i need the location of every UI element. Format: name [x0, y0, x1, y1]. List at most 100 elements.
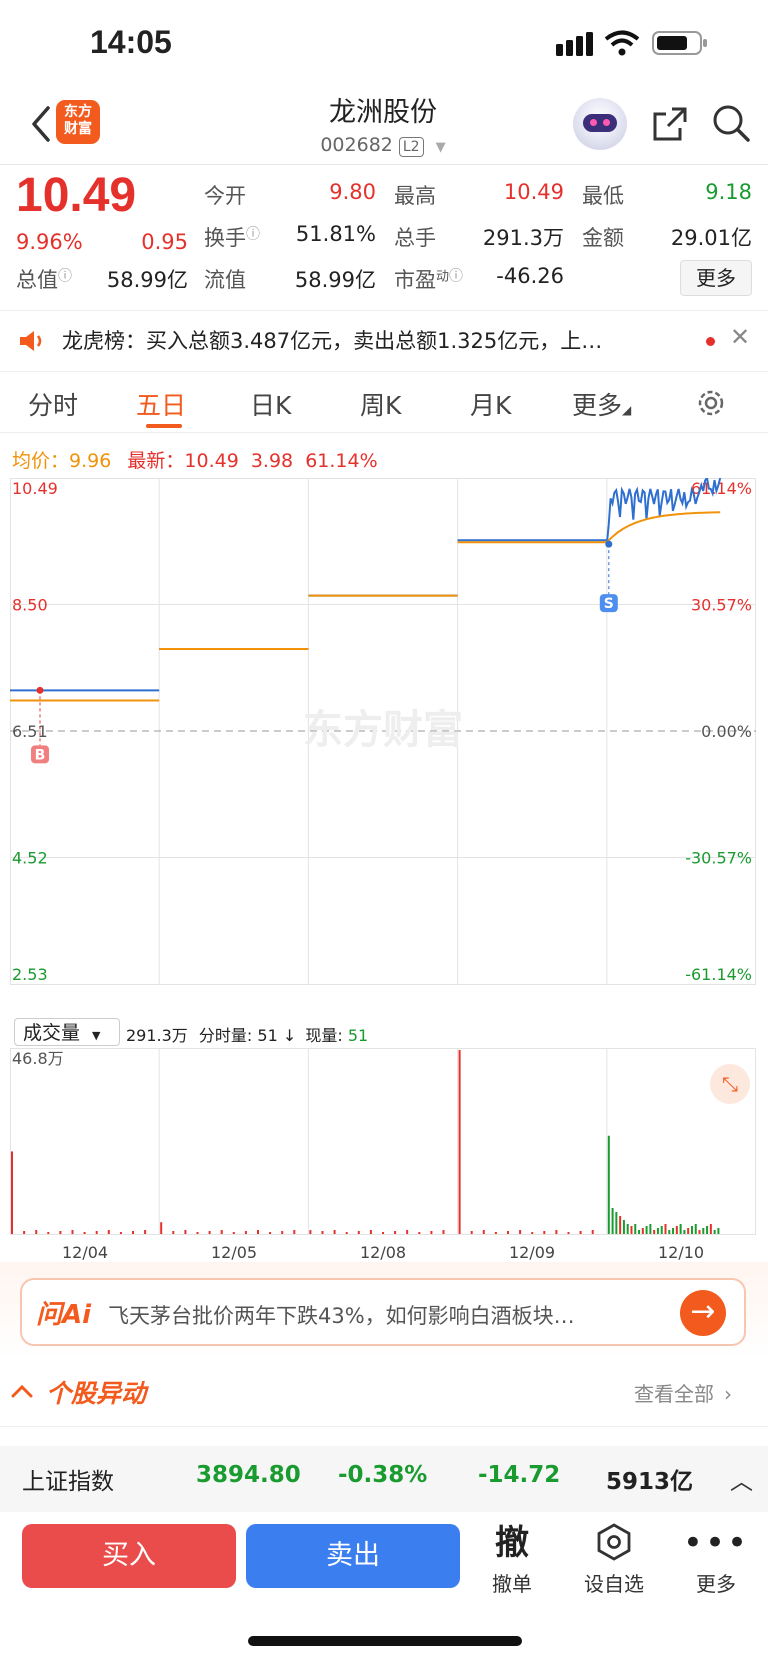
- low-value: 9.18: [705, 180, 752, 204]
- stock-name: 龙洲股份: [329, 97, 437, 128]
- app-logo: 东方 财富: [56, 100, 100, 144]
- info-icon[interactable]: ⓘ: [449, 269, 463, 285]
- open-value: 9.80: [329, 180, 376, 204]
- chevron-right-icon: ›: [724, 1382, 732, 1406]
- battery-icon: [652, 31, 707, 55]
- settings-icon[interactable]: [694, 386, 728, 420]
- expand-chart-icon[interactable]: ⤡: [710, 1064, 750, 1104]
- price-tick-label: 4.52: [12, 849, 48, 868]
- float-label: 流值: [204, 268, 246, 292]
- more-dots-icon: •••: [682, 1523, 750, 1563]
- search-icon[interactable]: [710, 102, 752, 144]
- add-watchlist-button[interactable]: 设自选: [574, 1522, 654, 1597]
- watermark: 东方财富: [303, 707, 463, 753]
- date-label: 12/10: [658, 1243, 705, 1262]
- tab-underline: [146, 424, 182, 428]
- wifi-icon: [604, 30, 640, 56]
- change-amt: 0.95: [141, 230, 188, 254]
- pct-tick-label: 30.57%: [691, 596, 752, 615]
- hexagon-icon: [597, 1523, 631, 1561]
- lhb-text: 龙虎榜：买入总额3.487亿元，卖出总额1.325亿元，上…: [62, 329, 603, 353]
- stock-code: 002682: [320, 134, 393, 156]
- volume-label: 总手: [394, 226, 436, 250]
- share-icon[interactable]: [650, 104, 690, 144]
- stock-movement-header[interactable]: 个股异动 查看全部 ›: [0, 1360, 768, 1427]
- change-pct: 9.96%: [16, 230, 83, 254]
- last-price: 10.49: [16, 169, 137, 222]
- date-label: 12/04: [62, 1243, 109, 1262]
- chart-info-line: 均价：9.96 最新：10.49 3.98 61.14%: [12, 450, 378, 472]
- ai-question: 飞天茅台批价两年下跌43%，如何影响白酒板块…: [108, 1304, 575, 1328]
- price-tick-label: 8.50: [12, 596, 48, 615]
- index-pct: -0.38%: [338, 1462, 428, 1488]
- pct-tick-label: 0.00%: [701, 722, 752, 741]
- signal-icon: [556, 32, 593, 56]
- volume-frame: [10, 1048, 756, 1235]
- caret-down-icon: ▼: [92, 1029, 101, 1042]
- index-ticker[interactable]: 上证指数 3894.80 -0.38% -14.72 5913亿 ︿: [0, 1446, 768, 1512]
- speaker-icon: [20, 331, 42, 351]
- tab-month-k[interactable]: 月K: [470, 386, 511, 422]
- open-label: 今开: [204, 184, 246, 208]
- tab-day-k[interactable]: 日K: [250, 386, 291, 422]
- pe-value: -46.26: [496, 264, 564, 288]
- stock-movement-title: 个股异动: [46, 1379, 147, 1408]
- ai-logo: 问Ai: [36, 1300, 92, 1330]
- volume-chart[interactable]: 46.8万: [10, 1048, 756, 1238]
- cancel-order-button[interactable]: 撤 撤单: [472, 1522, 552, 1597]
- pe-label: 市盈动ⓘ: [394, 268, 464, 292]
- close-icon[interactable]: ✕: [730, 323, 750, 351]
- high-label: 最高: [394, 184, 436, 208]
- robot-avatar-icon[interactable]: [573, 98, 627, 150]
- view-all-link[interactable]: 查看全部 ›: [634, 1378, 732, 1407]
- chevron-up-icon[interactable]: [10, 1382, 34, 1400]
- index-name: 上证指数: [22, 1469, 114, 1495]
- index-value: 3894.80: [196, 1462, 301, 1488]
- amount-value: 29.01亿: [670, 226, 752, 250]
- tab-week-k[interactable]: 周K: [360, 386, 401, 422]
- volume-info: 291.3万 分时量: 51 ↓ 现量: 51: [126, 1026, 369, 1045]
- home-indicator: [248, 1636, 522, 1646]
- header-divider: [0, 164, 768, 165]
- more-actions-button[interactable]: ••• 更多: [676, 1522, 756, 1597]
- date-label: 12/09: [509, 1243, 556, 1262]
- pct-tick-label: -61.14%: [685, 965, 752, 984]
- turnover-label: 换手ⓘ: [204, 226, 260, 250]
- amount-label: 金额: [582, 226, 624, 250]
- tab-more[interactable]: 更多◢: [572, 386, 631, 422]
- avg-line-segment: [606, 511, 721, 543]
- corner-caret-icon: ◢: [622, 403, 632, 417]
- index-amount: 5913亿: [606, 1469, 694, 1495]
- info-icon[interactable]: ⓘ: [246, 227, 260, 243]
- float-value: 58.99亿: [294, 268, 376, 292]
- index-chg: -14.72: [478, 1462, 561, 1488]
- low-label: 最低: [582, 184, 624, 208]
- ai-ask-banner[interactable]: 问Ai 飞天茅台批价两年下跌43%，如何影响白酒板块… →: [20, 1278, 746, 1346]
- unread-dot: [706, 337, 715, 346]
- chevron-up-icon[interactable]: ︿: [730, 1462, 753, 1496]
- buy-marker-label: B: [35, 747, 46, 763]
- stock-code-row[interactable]: 002682 L2 ▼: [250, 134, 516, 157]
- date-label: 12/05: [211, 1243, 258, 1262]
- mktcap-label: 总值ⓘ: [16, 268, 72, 292]
- price-tick-label: 2.53: [12, 965, 48, 984]
- sell-marker-label: S: [604, 596, 614, 612]
- lhb-notice[interactable]: 龙虎榜：买入总额3.487亿元，卖出总额1.325亿元，上… ✕: [0, 310, 768, 372]
- volume-max-label: 46.8万: [12, 1049, 64, 1068]
- more-quote-button[interactable]: 更多: [680, 260, 752, 296]
- turnover-value: 51.81%: [295, 222, 376, 246]
- info-icon[interactable]: ⓘ: [58, 269, 72, 285]
- price-line-segment: [605, 478, 722, 545]
- arrow-right-icon[interactable]: →: [680, 1290, 726, 1336]
- indicator-select[interactable]: 成交量 ▼: [14, 1018, 120, 1046]
- tab-five-day[interactable]: 五日: [136, 386, 186, 422]
- high-value: 10.49: [503, 180, 564, 204]
- price-chart[interactable]: 东方财富10.49 61.14%8.50 30.57%6.51 0.00%4.52 -3…: [10, 478, 756, 1014]
- buy-button[interactable]: 买入: [22, 1524, 236, 1588]
- sell-button[interactable]: 卖出: [246, 1524, 460, 1588]
- tab-fenshi[interactable]: 分时: [28, 386, 78, 422]
- status-time: 14:05: [90, 24, 172, 60]
- tabs-divider: [0, 432, 768, 433]
- volume-value: 291.3万: [482, 226, 564, 250]
- caret-down-icon: ▼: [435, 140, 446, 155]
